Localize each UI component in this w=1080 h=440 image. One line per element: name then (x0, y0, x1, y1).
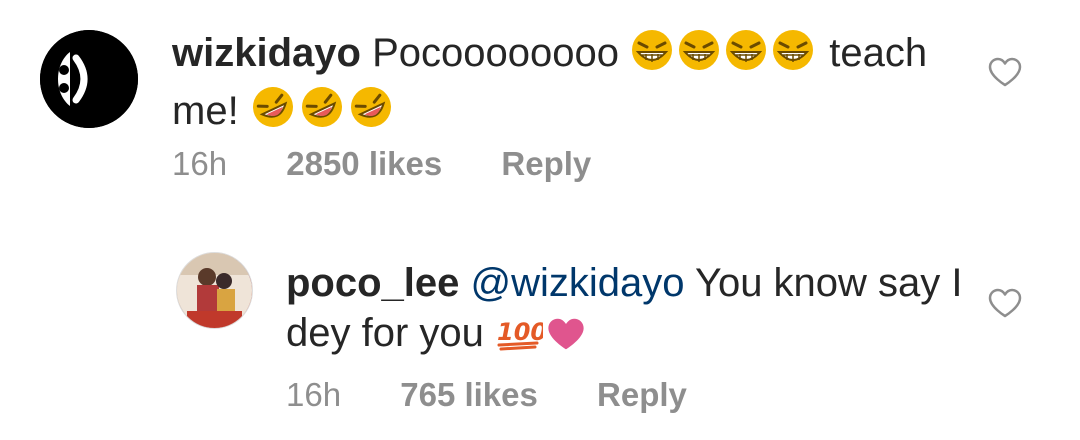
grinning-squint-face-icon (677, 28, 721, 84)
avatar[interactable] (176, 252, 253, 329)
comment-username[interactable]: poco_lee (286, 261, 459, 305)
comment-username[interactable]: wizkidayo (172, 31, 361, 75)
comment-reply: poco_lee @wizkidayo You know say I dey f… (0, 230, 1080, 440)
comment-meta: 16h 765 likes Reply (286, 376, 737, 414)
grinning-squint-face-icon (771, 28, 815, 84)
mention-link[interactable]: @wizkidayo (471, 261, 685, 305)
likes-count[interactable]: 2850 likes (286, 145, 442, 182)
avatar-photo-icon (177, 253, 252, 328)
comment-body-part: teach (829, 31, 928, 75)
like-heart-icon[interactable] (988, 288, 1022, 318)
reply-button[interactable]: Reply (597, 376, 687, 413)
grinning-squint-face-icon (630, 28, 674, 84)
pink-heart-icon (546, 314, 586, 364)
comment-text: poco_lee @wizkidayo You know say I dey f… (286, 258, 976, 364)
hundred-points-icon: 100 (495, 312, 547, 364)
comment-body-part: Pocoooooooo (372, 31, 619, 75)
comment-body-part: You know say (694, 261, 941, 305)
reply-button[interactable]: Reply (501, 145, 591, 182)
rofl-face-icon (250, 84, 296, 142)
rofl-face-icon (348, 84, 394, 142)
like-heart-icon[interactable] (988, 57, 1022, 87)
comment-body-part: me! (172, 89, 239, 133)
comment-meta: 16h 2850 likes Reply (172, 145, 641, 183)
rofl-face-icon (299, 84, 345, 142)
likes-count[interactable]: 765 likes (400, 376, 538, 413)
comment-text: wizkidayo Pocoooooooo teach me! (172, 28, 952, 142)
avatar-logo-icon (40, 30, 138, 128)
comment-time: 16h (286, 376, 342, 413)
grinning-squint-face-icon (724, 28, 768, 84)
comment-time: 16h (172, 145, 228, 182)
comment: wizkidayo Pocoooooooo teach me! 16h 2850… (0, 0, 1080, 210)
avatar[interactable] (40, 30, 138, 128)
